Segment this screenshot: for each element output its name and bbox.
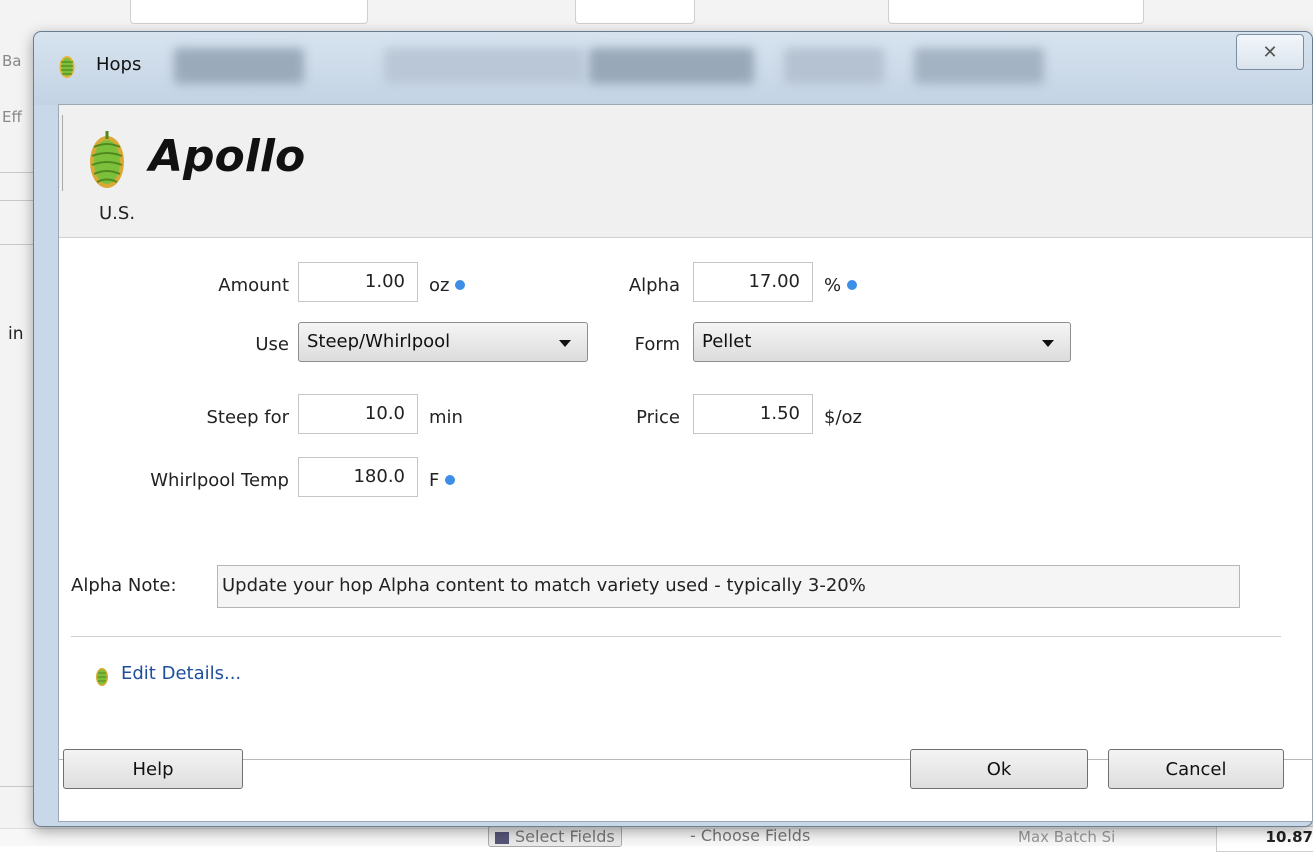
- bg-max-batch-text: Max Batch Si: [1018, 828, 1116, 846]
- bg-label-fragment: Eff: [2, 108, 22, 126]
- hop-icon: [59, 56, 75, 78]
- hop-icon: [96, 668, 108, 686]
- title-bar[interactable]: Hops ✕: [34, 32, 1312, 105]
- titlebar-blur: [914, 48, 1044, 84]
- bg-label-fragment: in: [8, 324, 24, 344]
- steep-for-label: Steep for: [206, 407, 289, 428]
- whirlpool-temp-input[interactable]: 180.0: [298, 457, 418, 497]
- edit-details-link[interactable]: Edit Details...: [121, 663, 241, 684]
- amount-unit: oz: [429, 275, 466, 296]
- help-button[interactable]: Help: [63, 749, 243, 789]
- cancel-button[interactable]: Cancel: [1108, 749, 1284, 789]
- chevron-down-icon: [559, 340, 571, 347]
- hop-header: Apollo U.S.: [59, 105, 1312, 238]
- bg-divider: [0, 172, 33, 173]
- hop-icon: [90, 131, 124, 188]
- bg-field: [888, 0, 1144, 24]
- form-label: Form: [634, 334, 680, 355]
- bg-divider: [0, 786, 33, 787]
- close-button[interactable]: ✕: [1236, 34, 1304, 70]
- alpha-note-label: Alpha Note:: [71, 575, 177, 596]
- whirlpool-temp-label: Whirlpool Temp: [150, 470, 289, 491]
- steep-for-input[interactable]: 10.0: [298, 394, 418, 434]
- info-dot-icon[interactable]: [847, 280, 858, 290]
- price-label: Price: [636, 407, 680, 428]
- price-input[interactable]: 1.50: [693, 394, 813, 434]
- close-icon: ✕: [1262, 41, 1278, 63]
- price-unit: $/oz: [824, 407, 862, 428]
- bg-divider: [0, 200, 33, 201]
- whirlpool-temp-unit: F: [429, 470, 456, 491]
- dialog-body: Apollo U.S. Amount 1.00 oz Alpha 17.00 %…: [58, 104, 1313, 822]
- alpha-label: Alpha: [628, 275, 680, 296]
- amount-input[interactable]: 1.00: [298, 262, 418, 302]
- amount-label: Amount: [218, 275, 289, 296]
- bg-select-fields-button: Select Fields: [488, 826, 622, 847]
- info-dot-icon[interactable]: [455, 280, 466, 290]
- chevron-down-icon: [1042, 340, 1054, 347]
- info-dot-icon[interactable]: [445, 475, 456, 485]
- use-label: Use: [255, 334, 289, 355]
- bg-label-fragment: Ba: [2, 52, 22, 70]
- bg-choose-fields-text: - Choose Fields: [690, 826, 811, 845]
- steep-for-unit: min: [429, 407, 463, 428]
- hop-origin: U.S.: [99, 203, 136, 224]
- titlebar-blur: [589, 48, 754, 84]
- titlebar-blur: [784, 48, 884, 84]
- titlebar-blur: [174, 48, 304, 84]
- bg-bottom-bar: [0, 828, 1313, 846]
- bg-divider: [0, 244, 33, 245]
- hop-name: Apollo: [149, 131, 306, 182]
- titlebar-blur: [384, 48, 584, 84]
- use-select[interactable]: Steep/Whirlpool: [298, 322, 588, 362]
- dialog-title: Hops: [96, 54, 142, 75]
- bg-max-batch-field: 10.87: [1216, 826, 1313, 852]
- hops-dialog: Hops ✕ Apollo U.S. Amount 1.00 oz Alpha …: [33, 31, 1313, 827]
- ok-button[interactable]: Ok: [910, 749, 1088, 789]
- divider: [71, 636, 1281, 637]
- alpha-input[interactable]: 17.00: [693, 262, 813, 302]
- header-accent: [62, 115, 63, 191]
- bg-field: [575, 0, 695, 24]
- alpha-unit: %: [824, 275, 858, 296]
- bg-field: [130, 0, 368, 24]
- form-select[interactable]: Pellet: [693, 322, 1071, 362]
- save-icon: [495, 831, 509, 844]
- alpha-note-field[interactable]: Update your hop Alpha content to match v…: [217, 565, 1240, 608]
